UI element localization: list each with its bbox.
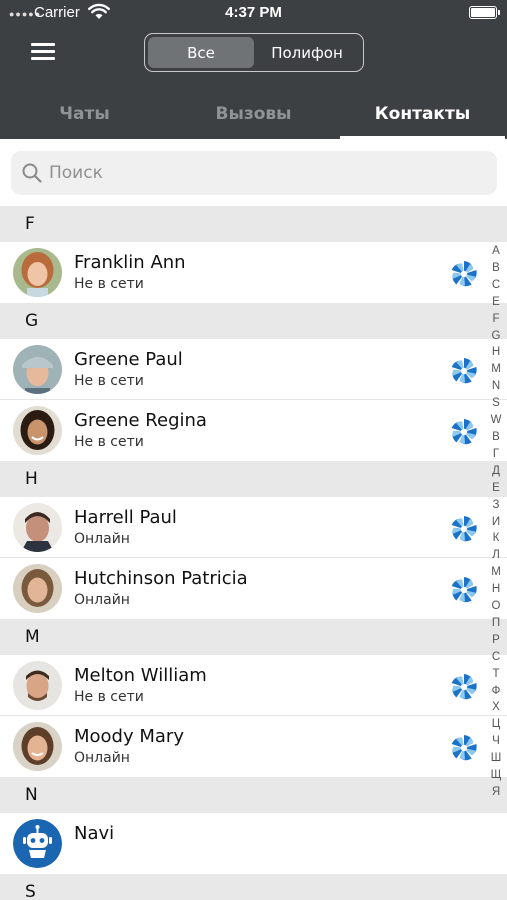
avatar [13,722,62,771]
tab-calls[interactable]: Вызовы [169,96,338,139]
section-header-n: N [0,777,507,813]
segment-polifon[interactable]: Полифон [254,37,360,68]
index-letter[interactable]: H [488,344,504,361]
index-letter[interactable]: Н [488,581,504,598]
index-letter[interactable]: F [488,311,504,328]
avatar [13,248,62,297]
polifon-app-icon [449,261,480,290]
contact-row[interactable]: Navi [0,813,507,874]
section-header-s: S [0,874,507,900]
alphabet-index[interactable]: ABCEFGHMNSWВГДЕЗИКЛМНОПРСТФХЦЧШЩЯ [488,243,504,801]
status-time: 4:37 PM [225,4,282,21]
avatar [13,345,62,394]
avatar [13,661,62,710]
index-letter[interactable]: W [488,412,504,429]
contact-name: Melton William [74,665,207,686]
section-header-g: G [0,303,507,339]
index-letter[interactable]: C [488,277,504,294]
contact-name: Harrell Paul [74,507,177,528]
index-letter[interactable]: М [488,564,504,581]
contacts-list: F Franklin Ann Не в сети G Greene Paul Н… [0,206,507,900]
index-letter[interactable]: Я [488,784,504,801]
contact-status: Не в сети [74,276,144,292]
index-letter[interactable]: Х [488,699,504,716]
contact-row[interactable]: Greene Regina Не в сети [0,400,507,461]
search-icon [22,163,42,183]
polifon-app-icon [449,419,480,448]
navi-bot-icon [13,819,62,868]
contact-row[interactable]: Melton William Не в сети [0,655,507,716]
segment-all[interactable]: Все [148,37,254,68]
app-header: ●●●●● Carrier 4:37 PM Все Полифон Чаты В… [0,0,507,139]
contact-status: Не в сети [74,434,144,450]
contact-status: Не в сети [74,373,144,389]
index-letter[interactable]: Ф [488,683,504,700]
index-letter[interactable]: Ц [488,716,504,733]
status-bar: ●●●●● Carrier 4:37 PM [0,0,507,28]
index-letter[interactable]: О [488,598,504,615]
index-letter[interactable]: S [488,395,504,412]
index-letter[interactable]: И [488,514,504,531]
avatar [13,564,62,613]
source-segmented-control: Все Полифон [144,33,364,72]
contact-row[interactable]: Hutchinson Patricia Онлайн [0,558,507,619]
index-letter[interactable]: В [488,429,504,446]
index-letter[interactable]: N [488,378,504,395]
contact-name: Greene Paul [74,349,183,370]
index-letter[interactable]: Е [488,480,504,497]
section-header-h: H [0,461,507,497]
index-letter[interactable]: Р [488,632,504,649]
polifon-app-icon [449,358,480,387]
search-bar-container [0,139,507,206]
polifon-app-icon [449,577,480,606]
hamburger-menu-icon[interactable] [31,43,55,61]
index-letter[interactable]: Л [488,547,504,564]
contact-row[interactable]: Franklin Ann Не в сети [0,242,507,303]
polifon-app-icon [449,516,480,545]
contact-status: Онлайн [74,750,130,766]
index-letter[interactable]: Т [488,666,504,683]
contact-name: Hutchinson Patricia [74,568,248,589]
index-letter[interactable]: Ш [488,750,504,767]
contact-name: Franklin Ann [74,252,186,273]
index-letter[interactable]: M [488,361,504,378]
contact-row[interactable]: Harrell Paul Онлайн [0,497,507,558]
index-letter[interactable]: Г [488,446,504,463]
index-letter[interactable]: E [488,294,504,311]
contact-status: Онлайн [74,592,130,608]
index-letter[interactable]: A [488,243,504,260]
index-letter[interactable]: Д [488,463,504,480]
section-header-m: M [0,619,507,655]
contact-row[interactable]: Moody Mary Онлайн [0,716,507,777]
main-tabs: Чаты Вызовы Контакты [0,96,507,139]
index-letter[interactable]: С [488,649,504,666]
contact-status: Онлайн [74,531,130,547]
avatar [13,503,62,552]
contact-name: Navi [74,823,115,844]
polifon-app-icon [449,674,480,703]
index-letter[interactable]: Ч [488,733,504,750]
search-field[interactable] [11,151,497,195]
avatar [13,406,62,455]
index-letter[interactable]: Щ [488,767,504,784]
search-input[interactable] [49,163,449,183]
index-letter[interactable]: B [488,260,504,277]
battery-icon [469,6,500,19]
tab-contacts[interactable]: Контакты [338,96,507,139]
index-letter[interactable]: G [488,328,504,345]
polifon-app-icon [449,735,480,764]
contact-status: Не в сети [74,689,144,705]
contact-name: Moody Mary [74,726,184,747]
contact-name: Greene Regina [74,410,207,431]
tab-chats[interactable]: Чаты [0,96,169,139]
index-letter[interactable]: К [488,530,504,547]
section-header-f: F [0,206,507,242]
index-letter[interactable]: П [488,615,504,632]
contact-row[interactable]: Greene Paul Не в сети [0,339,507,400]
index-letter[interactable]: З [488,497,504,514]
